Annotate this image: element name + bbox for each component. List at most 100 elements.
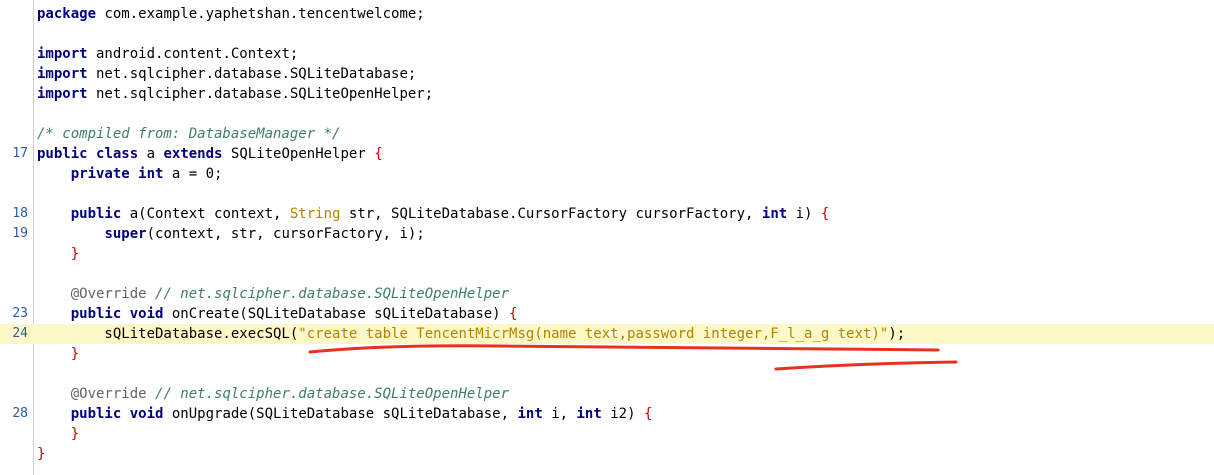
line-number: 24: [12, 326, 28, 341]
code-token: {: [820, 206, 830, 222]
code-text: import net.sqlcipher.database.SQLiteData…: [37, 64, 416, 84]
line-number: 17: [12, 146, 28, 161]
code-text: @Override // net.sqlcipher.database.SQLi…: [37, 384, 509, 404]
code-token: {: [509, 306, 518, 322]
code-token: str, SQLiteDatabase.CursorFactory cursor…: [340, 206, 762, 222]
line-number: 28: [12, 406, 28, 421]
code-token: a(Context context,: [121, 206, 290, 222]
code-token: package: [37, 6, 97, 22]
code-token: );: [888, 326, 906, 342]
code-token: extends: [163, 146, 223, 162]
code-line[interactable]: 17 public class a extends SQLiteOpenHelpe…: [0, 144, 1214, 164]
code-token: }: [70, 246, 80, 262]
code-editor[interactable]: package com.example.yaphetshan.tencentwe…: [0, 0, 1214, 475]
code-text: public void onCreate(SQLiteDatabase sQLi…: [37, 304, 518, 324]
code-token: String: [289, 206, 341, 222]
code-token: void: [129, 406, 164, 422]
code-lines: package com.example.yaphetshan.tencentwe…: [0, 4, 1214, 464]
code-text: /* compiled from: DatabaseManager */: [37, 124, 340, 144]
code-token: int: [517, 406, 543, 422]
code-line[interactable]: import net.sqlcipher.database.SQLiteData…: [0, 64, 1214, 84]
code-line[interactable]: /* compiled from: DatabaseManager */: [0, 124, 1214, 144]
code-line[interactable]: [0, 24, 1214, 44]
code-token: (context, str, cursorFactory, i);: [146, 226, 425, 242]
code-line[interactable]: import android.content.Context;: [0, 44, 1214, 64]
code-token: int: [138, 166, 164, 182]
code-line[interactable]: [0, 264, 1214, 284]
code-line[interactable]: 23 public void onCreate(SQLiteDatabase s…: [0, 304, 1214, 324]
code-line[interactable]: 19 super(context, str, cursorFactory, i)…: [0, 224, 1214, 244]
code-text: sQLiteDatabase.execSQL("create table Ten…: [37, 324, 905, 344]
code-line[interactable]: 18 public a(Context context, String str,…: [0, 204, 1214, 224]
code-token: /* compiled from: DatabaseManager */: [37, 126, 341, 142]
code-token: "create table TencentMicrMsg(name text,p…: [298, 326, 889, 342]
code-token: import: [37, 46, 88, 62]
code-token: import: [37, 66, 88, 82]
code-token: super: [104, 226, 147, 242]
code-text: super(context, str, cursorFactory, i);: [37, 224, 425, 244]
code-token: public: [70, 306, 122, 322]
code-line[interactable]: 28 public void onUpgrade(SQLiteDatabase …: [0, 404, 1214, 424]
code-token: int: [761, 206, 788, 222]
code-token: @Override: [70, 286, 147, 302]
code-text: }: [37, 244, 79, 264]
code-token: android.content.Context;: [87, 46, 299, 62]
code-line[interactable]: }: [0, 444, 1214, 464]
code-token: private: [70, 166, 130, 182]
code-line[interactable]: [0, 104, 1214, 124]
code-text: }: [37, 344, 79, 364]
code-line[interactable]: }: [0, 244, 1214, 264]
code-line[interactable]: }: [0, 344, 1214, 364]
code-token: onCreate(SQLiteDatabase sQLiteDatabase): [163, 306, 510, 322]
code-token: {: [374, 146, 383, 162]
code-token: public: [70, 206, 122, 222]
code-token: // net.sqlcipher.database.SQLiteOpenHelp…: [155, 286, 510, 302]
code-line[interactable]: import net.sqlcipher.database.SQLiteOpen…: [0, 84, 1214, 104]
code-text: }: [37, 424, 79, 444]
code-token: SQLiteOpenHelper: [222, 146, 375, 162]
code-token: i): [787, 206, 821, 222]
code-line[interactable]: @Override // net.sqlcipher.database.SQLi…: [0, 284, 1214, 304]
code-line[interactable]: package com.example.yaphetshan.tencentwe…: [0, 4, 1214, 24]
code-token: }: [70, 426, 80, 442]
code-line[interactable]: private int a = 0;: [0, 164, 1214, 184]
code-line[interactable]: [0, 184, 1214, 204]
code-line-highlighted[interactable]: 24 sQLiteDatabase.execSQL("create table …: [0, 324, 1214, 344]
code-text: public class a extends SQLiteOpenHelper …: [37, 144, 383, 164]
code-line[interactable]: }: [0, 424, 1214, 444]
code-line[interactable]: [0, 364, 1214, 384]
code-token: // net.sqlcipher.database.SQLiteOpenHelp…: [155, 386, 510, 402]
code-text: @Override // net.sqlcipher.database.SQLi…: [37, 284, 509, 304]
code-token: public: [37, 146, 88, 162]
code-token: com.example.yaphetshan.tencentwelcome;: [96, 6, 425, 22]
code-token: public: [70, 406, 122, 422]
code-text: import net.sqlcipher.database.SQLiteOpen…: [37, 84, 433, 104]
line-number: 19: [12, 226, 28, 241]
code-token: int: [576, 406, 602, 422]
code-token: onUpgrade(SQLiteDatabase sQLiteDatabase,: [163, 406, 518, 422]
code-text: public void onUpgrade(SQLiteDatabase sQL…: [37, 404, 653, 424]
code-line[interactable]: @Override // net.sqlcipher.database.SQLi…: [0, 384, 1214, 404]
code-text: }: [37, 444, 45, 464]
code-token: net.sqlcipher.database.SQLiteOpenHelper;: [87, 86, 434, 102]
code-text: public a(Context context, String str, SQ…: [37, 204, 830, 224]
code-text: private int a = 0;: [37, 164, 223, 184]
code-token: a = 0;: [163, 166, 223, 182]
code-token: @Override: [70, 386, 147, 402]
code-token: net.sqlcipher.database.SQLiteDatabase;: [87, 66, 417, 82]
code-token: a: [138, 146, 164, 162]
